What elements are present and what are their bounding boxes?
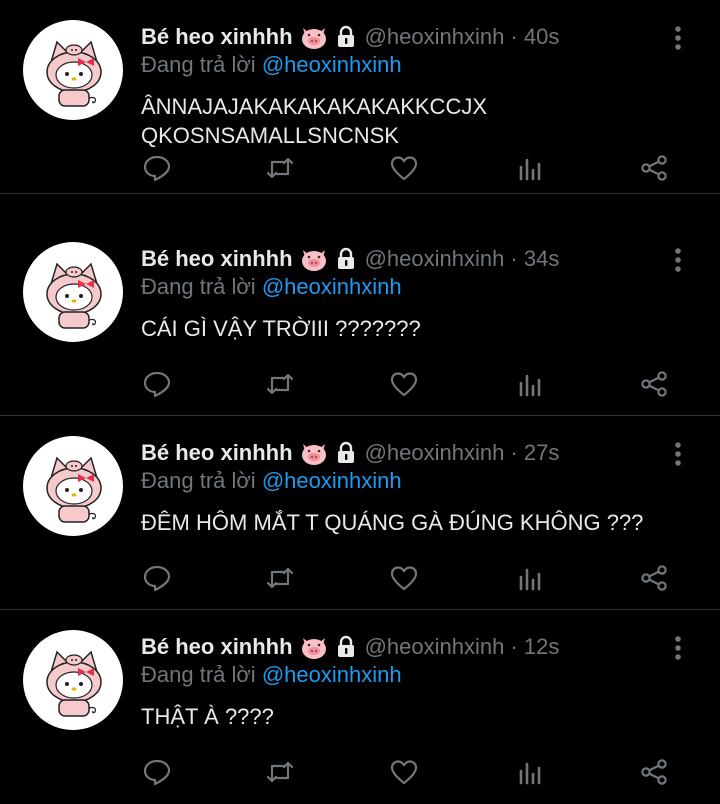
retweet-icon [266,373,294,395]
more-vertical-icon[interactable] [664,24,692,52]
reply-mention-link[interactable]: @heoxinhxinh [262,468,402,493]
like-icon [390,760,418,785]
tweet[interactable]: Bé heo xinhhh @heoxinhxinh · 34s Đang tr… [0,222,720,416]
share-icon [641,155,667,181]
tweet-text-line: ĐÊM HÔM MẮT T QUÁNG GÀ ĐÚNG KHÔNG ??? [141,510,644,535]
tweet-text-line: ÂNNAJAJAKAKAKAKAKAKKCCJX [141,94,488,119]
tweet-text-line: CÁI GÌ VẬY TRỜIII ??????? [141,316,421,341]
like-button[interactable] [386,754,422,790]
reply-context: Đang trả lời @heoxinhxinh [141,52,402,78]
more-vertical-icon[interactable] [664,246,692,274]
tweet-text: ĐÊM HÔM MẮT T QUÁNG GÀ ĐÚNG KHÔNG ??? [141,508,681,537]
retweet-icon [266,761,294,783]
tweet-header: Bé heo xinhhh @heoxinhxinh · 27s [141,436,559,470]
reply-icon [143,371,171,398]
like-icon [390,372,418,397]
share-icon [641,759,667,785]
reply-prefix: Đang trả lời [141,468,256,493]
reply-prefix: Đang trả lời [141,662,256,687]
reply-icon [143,565,171,592]
avatar[interactable] [23,436,123,536]
more-vertical-icon[interactable] [664,634,692,662]
lock-icon [337,247,354,269]
tweet-text: THẬT À ???? [141,702,681,731]
share-icon [641,371,667,397]
display-name[interactable]: Bé heo xinhhh [141,634,293,660]
share-button[interactable] [636,366,672,402]
share-button[interactable] [636,560,672,596]
avatar[interactable] [23,630,123,730]
tweet-text: CÁI GÌ VẬY TRỜIII ??????? [141,314,681,343]
retweet-button[interactable] [262,754,298,790]
reply-mention-link[interactable]: @heoxinhxinh [262,662,402,687]
pig-face-icon [301,444,326,465]
analytics-button[interactable] [512,366,548,402]
analytics-icon [519,762,541,785]
handle-timestamp[interactable]: @heoxinhxinh · 40s [365,24,560,50]
reply-button[interactable] [139,560,175,596]
more-vertical-icon[interactable] [664,440,692,468]
retweet-button[interactable] [262,560,298,596]
retweet-button[interactable] [262,366,298,402]
avatar[interactable] [23,242,123,342]
share-button[interactable] [636,150,672,186]
action-bar [0,560,720,596]
tweet[interactable]: Bé heo xinhhh @heoxinhxinh · 40s Đang tr… [0,0,720,194]
tweet[interactable]: Bé heo xinhhh @heoxinhxinh · 12s Đang tr… [0,610,720,804]
display-name[interactable]: Bé heo xinhhh [141,440,293,466]
tweet-header: Bé heo xinhhh @heoxinhxinh · 34s [141,242,559,276]
display-name[interactable]: Bé heo xinhhh [141,24,293,50]
display-name[interactable]: Bé heo xinhhh [141,246,293,272]
reply-button[interactable] [139,366,175,402]
reply-button[interactable] [139,150,175,186]
like-icon [390,566,418,591]
share-button[interactable] [636,754,672,790]
lock-icon [337,441,354,463]
tweet[interactable]: Bé heo xinhhh @heoxinhxinh · 27s Đang tr… [0,416,720,610]
retweet-icon [266,567,294,589]
avatar[interactable] [23,20,123,120]
tweet-header: Bé heo xinhhh @heoxinhxinh · 12s [141,630,559,664]
action-bar [0,150,720,186]
like-button[interactable] [386,150,422,186]
analytics-button[interactable] [512,754,548,790]
analytics-icon [519,568,541,591]
action-bar [0,366,720,402]
tweet-text-line: QKOSNSAMALLSNCNSK [141,123,399,148]
share-icon [641,565,667,591]
reply-prefix: Đang trả lời [141,52,256,77]
lock-icon [337,25,354,47]
analytics-button[interactable] [512,560,548,596]
reply-button[interactable] [139,754,175,790]
reply-context: Đang trả lời @heoxinhxinh [141,468,402,494]
like-button[interactable] [386,560,422,596]
like-icon [390,156,418,181]
analytics-icon [519,374,541,397]
analytics-button[interactable] [512,150,548,186]
tweet-text: ÂNNAJAJAKAKAKAKAKAKKCCJX QKOSNSAMALLSNCN… [141,92,681,150]
retweet-button[interactable] [262,150,298,186]
reply-context: Đang trả lời @heoxinhxinh [141,274,402,300]
reply-icon [143,155,171,182]
tweet-text-line: THẬT À ???? [141,704,274,729]
like-button[interactable] [386,366,422,402]
handle-timestamp[interactable]: @heoxinhxinh · 12s [365,634,560,660]
pig-face-icon [301,638,326,659]
analytics-icon [519,158,541,181]
reply-mention-link[interactable]: @heoxinhxinh [262,52,402,77]
handle-timestamp[interactable]: @heoxinhxinh · 34s [365,246,560,272]
pig-face-icon [301,250,326,271]
reply-icon [143,759,171,786]
tweet-header: Bé heo xinhhh @heoxinhxinh · 40s [141,20,559,54]
lock-icon [337,635,354,657]
reply-prefix: Đang trả lời [141,274,256,299]
handle-timestamp[interactable]: @heoxinhxinh · 27s [365,440,560,466]
reply-context: Đang trả lời @heoxinhxinh [141,662,402,688]
action-bar [0,754,720,790]
pig-face-icon [301,28,326,49]
reply-mention-link[interactable]: @heoxinhxinh [262,274,402,299]
retweet-icon [266,157,294,179]
timeline-feed: Bé heo xinhhh @heoxinhxinh · 40s Đang tr… [0,0,720,804]
